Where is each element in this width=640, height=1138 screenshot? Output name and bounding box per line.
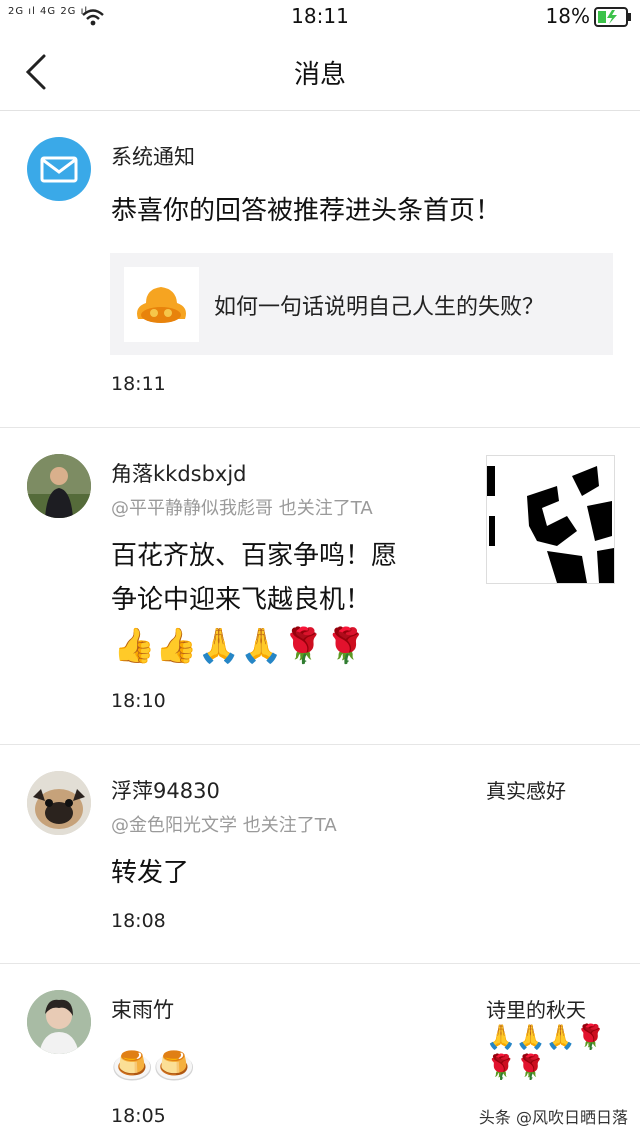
message-time: 18:11 xyxy=(111,373,166,395)
status-time: 18:11 xyxy=(291,4,349,28)
calligraphy-image-icon xyxy=(487,466,614,583)
cloud-logo-icon xyxy=(137,287,186,323)
sender-name: 角落kkdsbxjd xyxy=(111,462,247,486)
sender-name: 束雨竹 xyxy=(111,998,174,1022)
quoted-emoji-line: 🙏🙏🙏🌹 xyxy=(486,1023,606,1051)
message-item[interactable]: 浮萍94830 @金色阳光文学 也关注了TA 转发了 18:08 真实感好 xyxy=(0,745,640,963)
message-body-line: 百花齐放、百家争鸣！愿 xyxy=(111,541,398,571)
follow-note: @平平静静似我彪哥 也关注了TA xyxy=(111,498,373,519)
emoji-row: 👍👍🙏🙏🌹🌹 xyxy=(113,626,368,666)
message-body: 恭喜你的回答被推荐进头条首页！ xyxy=(111,196,502,226)
message-time: 18:05 xyxy=(111,1105,166,1127)
person-photo-icon xyxy=(27,454,91,518)
quoted-post-text[interactable]: 真实感好 xyxy=(486,775,566,804)
avatar[interactable] xyxy=(27,990,91,1054)
avatar[interactable] xyxy=(27,454,91,518)
card-title: 如何一句话说明自己人生的失败？ xyxy=(214,295,545,320)
quoted-emoji-line: 🌹🌹 xyxy=(486,1053,546,1081)
message-time: 18:10 xyxy=(111,690,166,712)
status-bar: 2G ıl 4G 2G ıl 18:11 18% xyxy=(0,0,640,34)
watermark: 头条 @风吹日晒日落 xyxy=(478,1108,628,1127)
follow-note: @金色阳光文学 也关注了TA xyxy=(111,815,337,836)
message-body-line: 争论中迎来飞越良机！ xyxy=(111,585,372,615)
sender-name: 浮萍94830 xyxy=(111,779,220,803)
linked-card[interactable]: 如何一句话说明自己人生的失败？ xyxy=(110,253,613,355)
mail-icon xyxy=(40,156,78,183)
person-photo-icon xyxy=(27,990,91,1054)
sender-name: 系统通知 xyxy=(111,145,195,169)
page-title: 消息 xyxy=(293,60,346,90)
message-time: 18:08 xyxy=(111,910,166,932)
battery-percent: 18% xyxy=(545,4,590,28)
nav-header: 消息 xyxy=(0,34,640,111)
message-item[interactable]: 角落kkdsbxjd @平平静静似我彪哥 也关注了TA 百花齐放、百家争鸣！愿 … xyxy=(0,428,640,744)
pug-photo-icon xyxy=(27,771,91,835)
card-thumbnail xyxy=(124,267,199,342)
avatar[interactable] xyxy=(27,771,91,835)
message-body: 转发了 xyxy=(111,858,190,888)
battery-icon xyxy=(594,7,631,27)
quoted-post-text[interactable]: 诗里的秋天 xyxy=(486,994,586,1023)
message-item-system[interactable]: 系统通知 恭喜你的回答被推荐进头条首页！ 如何一句话说明自己人生的失败？ 18:… xyxy=(0,111,640,427)
avatar xyxy=(27,137,91,201)
emoji-row: 🍮🍮 xyxy=(111,1046,196,1086)
post-thumbnail[interactable] xyxy=(486,455,615,584)
